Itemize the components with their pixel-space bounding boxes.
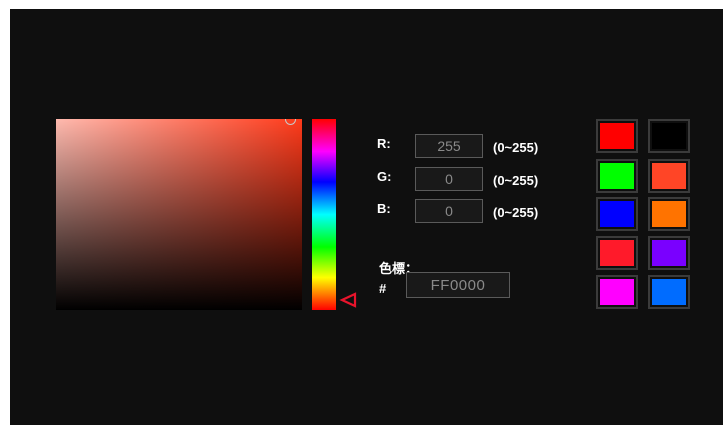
swatch-red-fill: [600, 123, 634, 149]
swatch-orange[interactable]: [648, 197, 690, 231]
sv-black-gradient: [56, 119, 302, 310]
green-label: G:: [377, 169, 392, 184]
swatch-green[interactable]: [596, 159, 638, 193]
green-input[interactable]: [415, 167, 483, 191]
swatch-black[interactable]: [648, 119, 690, 153]
swatch-orange-red[interactable]: [648, 159, 690, 193]
swatch-green-fill: [600, 163, 634, 189]
red-row: R: (0~255): [377, 134, 577, 158]
red-label: R:: [377, 136, 391, 151]
hue-pointer-icon[interactable]: [339, 292, 357, 308]
swatch-orange-red-fill: [652, 163, 686, 189]
hex-hash-prefix: #: [379, 281, 387, 296]
blue-input[interactable]: [415, 199, 483, 223]
swatch-azure-fill: [652, 279, 686, 305]
color-picker-panel: R: (0~255) G: (0~255) B: (0~255) 色標： #: [10, 9, 723, 425]
swatch-black-fill: [652, 123, 686, 149]
blue-label: B:: [377, 201, 391, 216]
red-range-hint: (0~255): [493, 140, 539, 155]
swatch-blue-fill: [600, 201, 634, 227]
swatch-violet-fill: [652, 240, 686, 266]
green-range-hint: (0~255): [493, 173, 539, 188]
swatch-violet[interactable]: [648, 236, 690, 270]
swatch-blue[interactable]: [596, 197, 638, 231]
blue-range-hint: (0~255): [493, 205, 539, 220]
blue-row: B: (0~255): [377, 199, 577, 223]
swatch-magenta-fill: [600, 279, 634, 305]
swatch-orange-fill: [652, 201, 686, 227]
red-input[interactable]: [415, 134, 483, 158]
swatch-crimson-fill: [600, 240, 634, 266]
green-row: G: (0~255): [377, 167, 577, 191]
saturation-value-area[interactable]: [56, 119, 302, 310]
swatch-red[interactable]: [596, 119, 638, 153]
swatch-azure[interactable]: [648, 275, 690, 309]
hex-input[interactable]: [406, 272, 510, 298]
swatch-crimson[interactable]: [596, 236, 638, 270]
swatch-magenta[interactable]: [596, 275, 638, 309]
hue-slider[interactable]: [312, 119, 336, 310]
